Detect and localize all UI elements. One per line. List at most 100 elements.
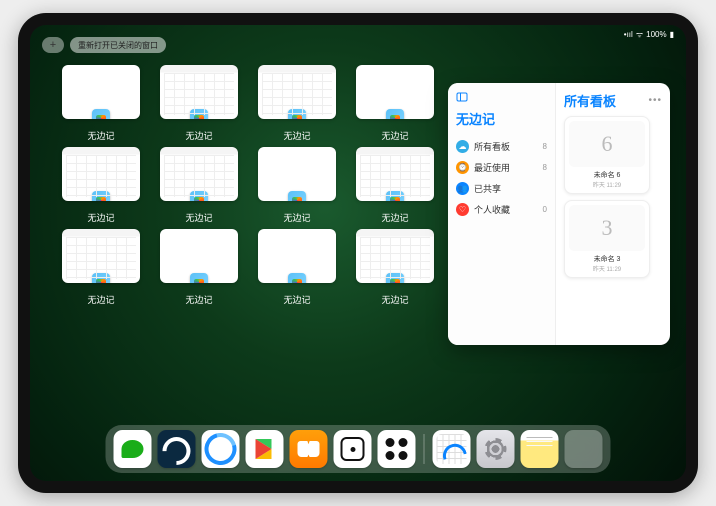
freeform-icon[interactable] bbox=[433, 430, 471, 468]
menu-item-icon: 👥 bbox=[456, 182, 469, 195]
window-label: 无边记 bbox=[185, 211, 212, 224]
board-date: 昨天 11:29 bbox=[593, 180, 621, 189]
sidebar-toggle-icon[interactable] bbox=[456, 91, 468, 103]
freeform-app-badge-icon bbox=[386, 191, 404, 201]
window-tile[interactable]: 无边记 bbox=[354, 147, 436, 229]
board-name: 未命名 3 bbox=[594, 254, 621, 264]
popover-section-title: 所有看板 bbox=[564, 91, 616, 110]
dock-separator bbox=[424, 434, 425, 464]
freeform-app-badge-icon bbox=[92, 273, 110, 283]
menu-item-count: 0 bbox=[543, 205, 547, 214]
more-options-button[interactable]: ••• bbox=[648, 95, 662, 106]
freeform-app-badge-icon bbox=[190, 191, 208, 201]
menu-item-icon: ⌚ bbox=[456, 161, 469, 174]
ipad-device-frame: •ııl ᯤ 100% ▮ + 重新打开已关闭的窗口 无边记无边记无边记无边记无… bbox=[18, 13, 698, 493]
window-thumbnail[interactable] bbox=[356, 229, 434, 283]
board-card[interactable]: 6 未命名 6昨天 11:29 bbox=[564, 116, 650, 194]
sidebar-menu-item[interactable]: ⌚ 最近使用 8 bbox=[456, 157, 547, 178]
window-label: 无边记 bbox=[87, 129, 114, 142]
popover-sidebar: 无边记 ☁ 所有看板 8 ⌚ 最近使用 8 👥 已共享 ♡ 个人收藏 0 bbox=[448, 83, 556, 345]
window-label: 无边记 bbox=[87, 211, 114, 224]
freeform-app-badge-icon bbox=[190, 273, 208, 283]
top-controls: + 重新打开已关闭的窗口 bbox=[42, 37, 166, 53]
freeform-app-badge-icon bbox=[288, 109, 306, 119]
settings-icon[interactable] bbox=[477, 430, 515, 468]
reopen-closed-window-button[interactable]: 重新打开已关闭的窗口 bbox=[70, 37, 166, 53]
new-window-button[interactable]: + bbox=[42, 37, 64, 53]
popover-sidebar-icon bbox=[456, 91, 547, 103]
app-switcher-grid: 无边记无边记无边记无边记无边记无边记无边记无边记无边记无边记无边记无边记 bbox=[60, 65, 436, 311]
window-tile[interactable]: 无边记 bbox=[158, 65, 240, 147]
popover-content: 所有看板 ••• 6未命名 6昨天 11:293未命名 3昨天 11:29 bbox=[556, 83, 670, 345]
signal-icon: •ııl bbox=[624, 30, 633, 39]
sidebar-menu-item[interactable]: ☁ 所有看板 8 bbox=[456, 136, 547, 157]
window-thumbnail[interactable] bbox=[356, 65, 434, 119]
wechat-icon[interactable] bbox=[114, 430, 152, 468]
window-thumbnail[interactable] bbox=[356, 147, 434, 201]
board-date: 昨天 11:29 bbox=[593, 264, 621, 273]
window-tile[interactable]: 无边记 bbox=[354, 229, 436, 311]
window-tile[interactable]: 无边记 bbox=[256, 229, 338, 311]
sidebar-menu-item[interactable]: ♡ 个人收藏 0 bbox=[456, 199, 547, 220]
window-label: 无边记 bbox=[381, 129, 408, 142]
window-label: 无边记 bbox=[283, 293, 310, 306]
menu-item-label: 已共享 bbox=[474, 182, 501, 195]
battery-icon: ▮ bbox=[670, 30, 674, 39]
app-library-icon[interactable] bbox=[565, 430, 603, 468]
window-thumbnail[interactable] bbox=[160, 147, 238, 201]
freeform-app-badge-icon bbox=[288, 273, 306, 283]
menu-item-label: 所有看板 bbox=[474, 140, 510, 153]
menu-item-icon: ☁ bbox=[456, 140, 469, 153]
window-thumbnail[interactable] bbox=[62, 147, 140, 201]
menu-item-label: 最近使用 bbox=[474, 161, 510, 174]
freeform-popover: 无边记 ☁ 所有看板 8 ⌚ 最近使用 8 👥 已共享 ♡ 个人收藏 0 所有看板 ••• 6 未命名… bbox=[448, 83, 670, 345]
window-tile[interactable]: 无边记 bbox=[60, 147, 142, 229]
window-thumbnail[interactable] bbox=[258, 147, 336, 201]
window-thumbnail[interactable] bbox=[258, 229, 336, 283]
board-name: 未命名 6 bbox=[594, 170, 621, 180]
menu-item-label: 个人收藏 bbox=[474, 203, 510, 216]
notes-icon[interactable] bbox=[521, 430, 559, 468]
freeform-app-badge-icon bbox=[92, 191, 110, 201]
popover-app-title: 无边记 bbox=[456, 109, 547, 128]
play-store-icon[interactable] bbox=[246, 430, 284, 468]
window-label: 无边记 bbox=[283, 129, 310, 142]
window-label: 无边记 bbox=[283, 211, 310, 224]
window-label: 无边记 bbox=[185, 129, 212, 142]
board-thumbnail: 3 bbox=[569, 205, 645, 251]
window-tile[interactable]: 无边记 bbox=[256, 147, 338, 229]
menu-item-count: 8 bbox=[543, 163, 547, 172]
freeform-app-badge-icon bbox=[190, 109, 208, 119]
hd-video-icon[interactable] bbox=[158, 430, 196, 468]
window-label: 无边记 bbox=[87, 293, 114, 306]
window-thumbnail[interactable] bbox=[160, 229, 238, 283]
freeform-app-badge-icon bbox=[386, 273, 404, 283]
status-bar: •ııl ᯤ 100% ▮ bbox=[624, 29, 674, 40]
menu-item-count: 8 bbox=[543, 142, 547, 151]
browser-icon[interactable] bbox=[202, 430, 240, 468]
window-label: 无边记 bbox=[381, 293, 408, 306]
board-card[interactable]: 3 未命名 3昨天 11:29 bbox=[564, 200, 650, 278]
window-label: 无边记 bbox=[185, 293, 212, 306]
freeform-app-badge-icon bbox=[288, 191, 306, 201]
window-tile[interactable]: 无边记 bbox=[256, 65, 338, 147]
window-thumbnail[interactable] bbox=[62, 229, 140, 283]
wifi-icon: ᯤ bbox=[636, 29, 643, 40]
window-label: 无边记 bbox=[381, 211, 408, 224]
window-thumbnail[interactable] bbox=[62, 65, 140, 119]
window-tile[interactable]: 无边记 bbox=[60, 229, 142, 311]
freeform-app-badge-icon bbox=[386, 109, 404, 119]
window-tile[interactable]: 无边记 bbox=[60, 65, 142, 147]
window-tile[interactable]: 无边记 bbox=[158, 229, 240, 311]
menu-item-icon: ♡ bbox=[456, 203, 469, 216]
board-thumbnail: 6 bbox=[569, 121, 645, 167]
books-icon[interactable] bbox=[290, 430, 328, 468]
window-thumbnail[interactable] bbox=[160, 65, 238, 119]
window-tile[interactable]: 无边记 bbox=[158, 147, 240, 229]
freeform-app-badge-icon bbox=[92, 109, 110, 119]
connect-app-icon[interactable] bbox=[378, 430, 416, 468]
dice-app-icon[interactable] bbox=[334, 430, 372, 468]
sidebar-menu-item[interactable]: 👥 已共享 bbox=[456, 178, 547, 199]
window-thumbnail[interactable] bbox=[258, 65, 336, 119]
window-tile[interactable]: 无边记 bbox=[354, 65, 436, 147]
